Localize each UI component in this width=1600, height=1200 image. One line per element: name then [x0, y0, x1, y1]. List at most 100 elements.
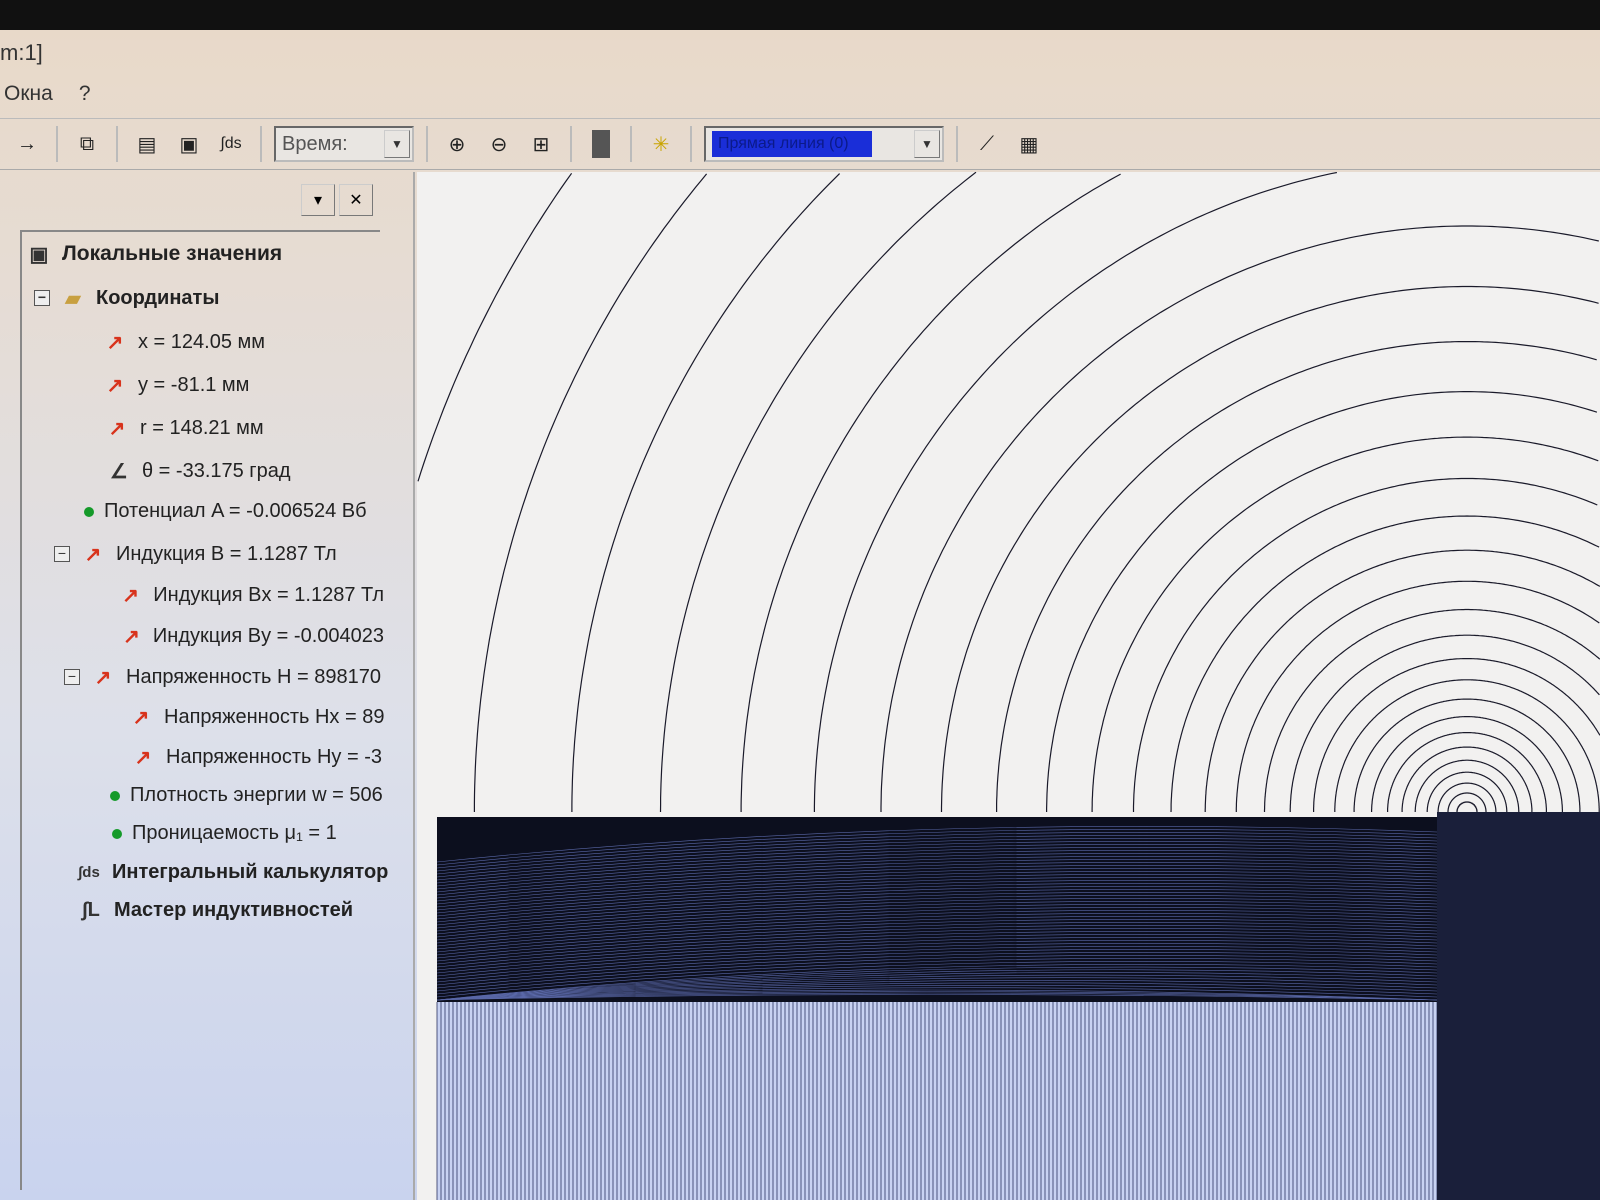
- label: Напряженность H = 898170: [126, 665, 381, 688]
- collapse-icon[interactable]: −: [54, 546, 70, 562]
- divider: [116, 126, 118, 162]
- bullet-icon: [112, 828, 122, 839]
- collapse-icon[interactable]: −: [64, 669, 80, 685]
- local-values-icon: ▣: [29, 243, 49, 266]
- tree-item-by[interactable]: ↗ Индукция By = -0.004023: [120, 624, 384, 648]
- app-window: m:1] Окна ? → ⧉ ▤ ▣ ∫ds Время: ▼ ⊕ ⊖ ⊞ ✳ …: [0, 30, 1600, 1200]
- time-select[interactable]: Время: ▼: [274, 126, 414, 162]
- label: Координаты: [96, 286, 220, 309]
- field-line: [1204, 549, 1600, 812]
- field-view-icon[interactable]: ▤: [130, 127, 164, 161]
- zoom-fit-icon[interactable]: ⊞: [524, 127, 558, 161]
- color-icon[interactable]: [584, 127, 618, 161]
- chevron-down-icon[interactable]: ▼: [914, 130, 940, 158]
- tree-item-r[interactable]: ↗ r = 148.21 мм: [104, 416, 264, 440]
- label: Потенциал A = -0.006524 Вб: [104, 500, 367, 522]
- tree-item-potential[interactable]: Потенциал A = -0.006524 Вб: [84, 500, 384, 523]
- arrow-icon[interactable]: →: [10, 127, 44, 161]
- label: x = 124.05 мм: [138, 330, 266, 353]
- vector-icon: ↗: [84, 543, 102, 566]
- tree-item-b[interactable]: − ↗ Индукция B = 1.1287 Тл: [54, 542, 337, 566]
- table-icon[interactable]: ▦: [1012, 127, 1046, 161]
- windows-icon[interactable]: ⧉: [70, 127, 104, 161]
- vector-icon: ↗: [132, 706, 150, 729]
- new-contour-icon[interactable]: ✳: [644, 127, 678, 161]
- label: Индукция B = 1.1287 Тл: [116, 542, 337, 565]
- field-line: [740, 173, 1121, 812]
- field-line: [659, 172, 977, 813]
- radius-icon: ↗: [108, 417, 126, 440]
- tree-integral-calculator[interactable]: ∫ds Интегральный калькулятор: [76, 860, 388, 884]
- vector-icon: ↗: [122, 584, 140, 607]
- tree-item-permeability[interactable]: Проницаемость μ₁ = 1: [112, 822, 337, 845]
- local-values-panel: ▾ ✕ ▣ Локальные значения − ▰ Координаты ↗ x …: [0, 172, 415, 1200]
- field-line: [814, 173, 1597, 813]
- menu-windows[interactable]: Окна: [4, 82, 53, 106]
- inductance-icon: ∫L: [82, 898, 100, 921]
- tree-root[interactable]: ▣ Локальные значения: [26, 242, 283, 266]
- time-label: Время:: [282, 132, 348, 155]
- tree-item-energy[interactable]: Плотность энергии w = 506: [110, 784, 390, 807]
- field-view[interactable]: [417, 172, 1600, 1200]
- label: Интегральный калькулятор: [112, 860, 389, 883]
- tree-item-hy[interactable]: ↗ Напряженность Hy = -3: [130, 745, 386, 769]
- tree-inductance-wizard[interactable]: ∫L Мастер индуктивностей: [78, 898, 353, 922]
- tree-item-x[interactable]: ↗ x = 124.05 мм: [102, 330, 265, 354]
- contour-selected: Прямая линия (0): [712, 131, 872, 157]
- angle-icon: ∠: [110, 460, 128, 483]
- tree-item-bx[interactable]: ↗ Индукция Bx = 1.1287 Тл: [118, 583, 384, 607]
- contour-select[interactable]: Прямая линия (0) ▼: [704, 126, 944, 162]
- label: Индукция Bx = 1.1287 Тл: [153, 583, 384, 606]
- field-line: [996, 341, 1597, 812]
- field-line: [1170, 515, 1600, 813]
- label: r = 148.21 мм: [140, 416, 264, 439]
- field-line: [571, 173, 841, 812]
- menu-help[interactable]: ?: [79, 82, 91, 106]
- integral-icon[interactable]: ∫ds: [214, 127, 248, 161]
- tree-item-theta[interactable]: ∠ θ = -33.175 град: [106, 459, 291, 483]
- collapse-icon[interactable]: −: [34, 290, 50, 306]
- menu-bar: Окна ?: [0, 82, 91, 106]
- vector-icon: ↗: [106, 374, 124, 397]
- vector-icon: ↗: [134, 746, 152, 769]
- field-line: [1437, 782, 1497, 812]
- field-line: [1414, 759, 1520, 812]
- folder-icon: ▰: [65, 287, 81, 310]
- bullet-icon: [110, 790, 120, 801]
- tree-item-hx[interactable]: ↗ Напряженность Hx = 89: [128, 705, 386, 729]
- divider: [426, 126, 428, 162]
- close-icon[interactable]: ✕: [339, 184, 373, 216]
- divider: [260, 126, 262, 162]
- field-line: [1456, 801, 1478, 812]
- label: θ = -33.175 град: [142, 459, 291, 482]
- label: Плотность энергии w = 506: [130, 784, 383, 806]
- label: y = -81.1 мм: [138, 373, 250, 396]
- label: Напряженность Hy = -3: [166, 745, 382, 768]
- label: Напряженность Hx = 89: [164, 705, 385, 728]
- field-lines-plot: [417, 172, 1600, 1200]
- panel-header: ▾ ✕: [18, 184, 373, 220]
- vector-icon: ↗: [123, 625, 140, 648]
- tree-coords[interactable]: − ▰ Координаты: [34, 286, 219, 310]
- divider: [56, 126, 58, 162]
- zoom-in-icon[interactable]: ⊕: [440, 127, 474, 161]
- bullet-icon: [84, 506, 94, 517]
- tree-root-label: Локальные значения: [62, 242, 283, 265]
- label: Мастер индуктивностей: [114, 898, 354, 921]
- lower-region: [437, 1002, 1600, 1200]
- zoom-out-icon[interactable]: ⊖: [482, 127, 516, 161]
- divider: [956, 126, 958, 162]
- divider: [630, 126, 632, 162]
- tree-item-h[interactable]: − ↗ Напряженность H = 898170: [64, 665, 384, 689]
- plot-icon[interactable]: ⟋: [970, 127, 1004, 161]
- toolbar: → ⧉ ▤ ▣ ∫ds Время: ▼ ⊕ ⊖ ⊞ ✳ Прямая линия…: [0, 118, 1600, 170]
- field-line: [473, 173, 708, 812]
- panel-menu-button[interactable]: ▾: [301, 184, 335, 216]
- chevron-down-icon[interactable]: ▼: [384, 130, 410, 158]
- window-title: m:1]: [0, 40, 43, 65]
- local-values-icon[interactable]: ▣: [172, 127, 206, 161]
- tree-item-y[interactable]: ↗ y = -81.1 мм: [102, 373, 250, 397]
- integral-icon: ∫ds: [78, 863, 100, 881]
- side-region: [1437, 812, 1600, 1200]
- field-line: [940, 285, 1599, 812]
